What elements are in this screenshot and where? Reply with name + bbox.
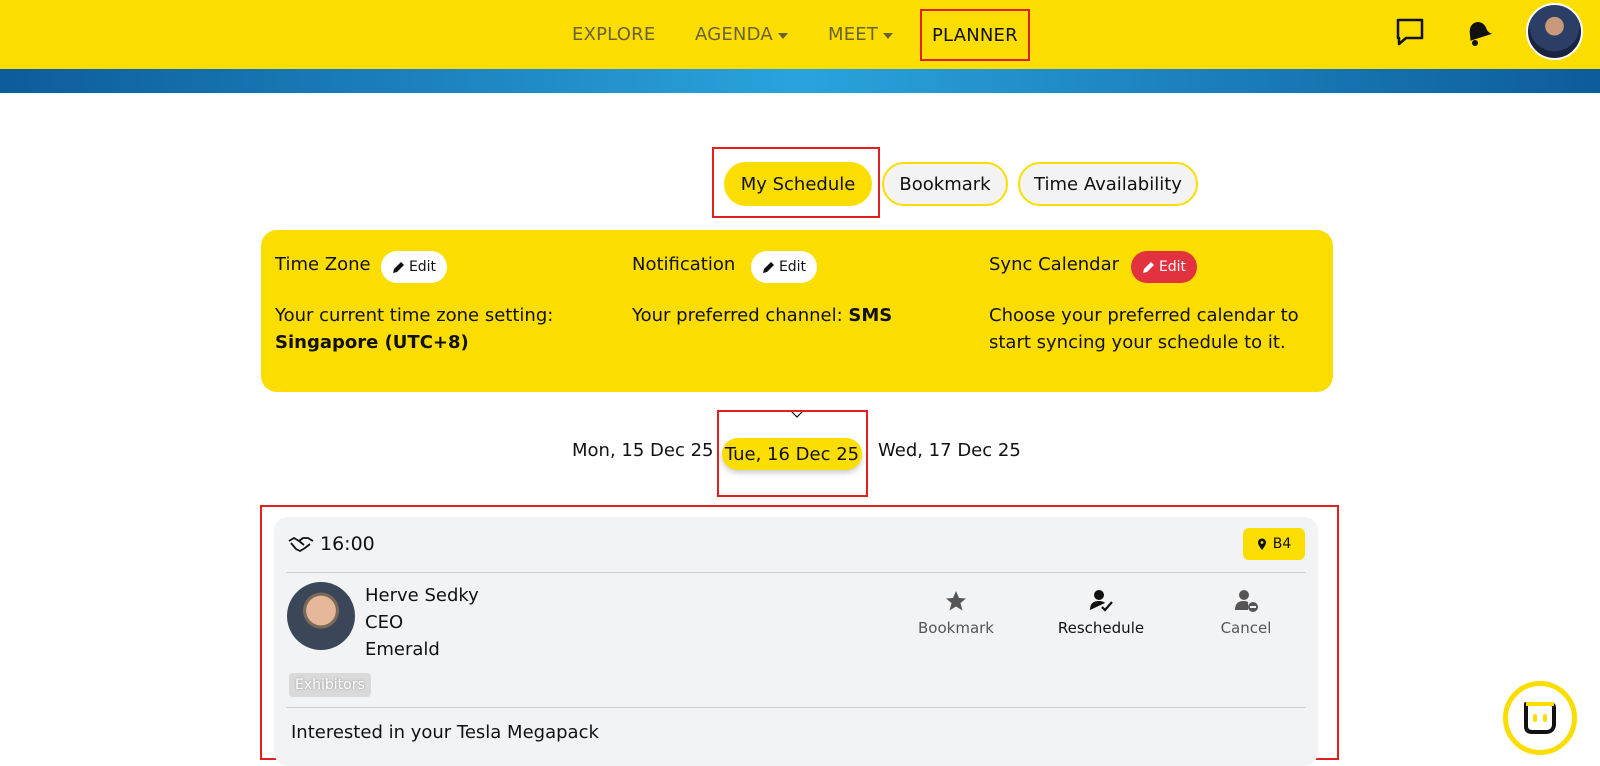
divider <box>286 572 1306 573</box>
handshake-icon <box>288 537 314 552</box>
user-minus-icon <box>1235 590 1258 612</box>
sync-calendar-text-2: start syncing your schedule to it. <box>989 332 1286 353</box>
sync-calendar-title: Sync Calendar <box>989 254 1120 275</box>
top-navbar <box>0 0 1600 69</box>
notification-title: Notification <box>632 254 736 275</box>
user-check-icon <box>1090 590 1113 612</box>
bookmark-action[interactable]: Bookmark <box>901 587 1011 637</box>
timezone-edit-button[interactable]: Edit <box>381 251 447 283</box>
person-role: CEO <box>365 612 404 633</box>
tab-time-availability[interactable]: Time Availability <box>1018 162 1198 206</box>
sync-calendar-edit-button[interactable]: Edit <box>1131 251 1197 283</box>
map-pin-icon <box>1257 538 1266 550</box>
timezone-value: Singapore (UTC+8) <box>275 332 469 353</box>
date-wed[interactable]: Wed, 17 Dec 25 <box>878 440 1021 461</box>
meeting-note: Interested in your Tesla Megapack <box>291 722 599 743</box>
notification-text: Your preferred channel: SMS <box>632 305 893 326</box>
sync-calendar-text-1: Choose your preferred calendar to <box>989 305 1299 326</box>
pencil-icon <box>1142 261 1154 273</box>
nav-planner[interactable]: PLANNER <box>920 9 1030 61</box>
chatbot-icon <box>1524 702 1556 734</box>
star-icon <box>946 591 966 611</box>
chevron-down-icon <box>790 410 804 418</box>
nav-meet[interactable]: MEET <box>828 0 894 69</box>
notification-value: SMS <box>848 305 893 326</box>
date-tue[interactable]: Tue, 16 Dec 25 <box>722 438 862 470</box>
meeting-time: 16:00 <box>288 533 375 555</box>
person-company: Emerald <box>365 639 440 660</box>
location-badge[interactable]: B4 <box>1243 528 1305 560</box>
notification-edit-button[interactable]: Edit <box>751 251 817 283</box>
date-mon[interactable]: Mon, 15 Dec 25 <box>572 440 713 461</box>
person-avatar <box>287 582 355 650</box>
nav-agenda[interactable]: AGENDA <box>695 0 788 69</box>
timezone-text: Your current time zone setting: <box>275 305 554 326</box>
tab-bookmark[interactable]: Bookmark <box>882 162 1008 206</box>
cancel-action[interactable]: Cancel <box>1191 587 1301 637</box>
bell-icon[interactable] <box>1460 14 1496 50</box>
settings-panel: Time Zone Edit Your current time zone se… <box>261 230 1333 392</box>
exhibitors-tag: Exhibitors <box>289 673 371 697</box>
person-name: Herve Sedky <box>365 585 479 606</box>
caret-down-icon <box>777 32 788 39</box>
pencil-icon <box>392 261 404 273</box>
chat-icon[interactable] <box>1392 14 1428 50</box>
chatbot-button[interactable] <box>1503 681 1577 755</box>
nav-explore[interactable]: EXPLORE <box>572 0 655 69</box>
header-banner-strip <box>0 69 1600 93</box>
timezone-title: Time Zone <box>275 254 371 275</box>
meeting-card: 16:00 B4 Herve Sedky CEO Emerald Exhibit… <box>274 517 1318 766</box>
reschedule-action[interactable]: Reschedule <box>1046 587 1156 637</box>
pencil-icon <box>762 261 774 273</box>
tab-my-schedule[interactable]: My Schedule <box>724 162 872 206</box>
user-avatar[interactable] <box>1526 3 1583 60</box>
divider <box>286 707 1306 708</box>
caret-down-icon <box>883 32 894 39</box>
